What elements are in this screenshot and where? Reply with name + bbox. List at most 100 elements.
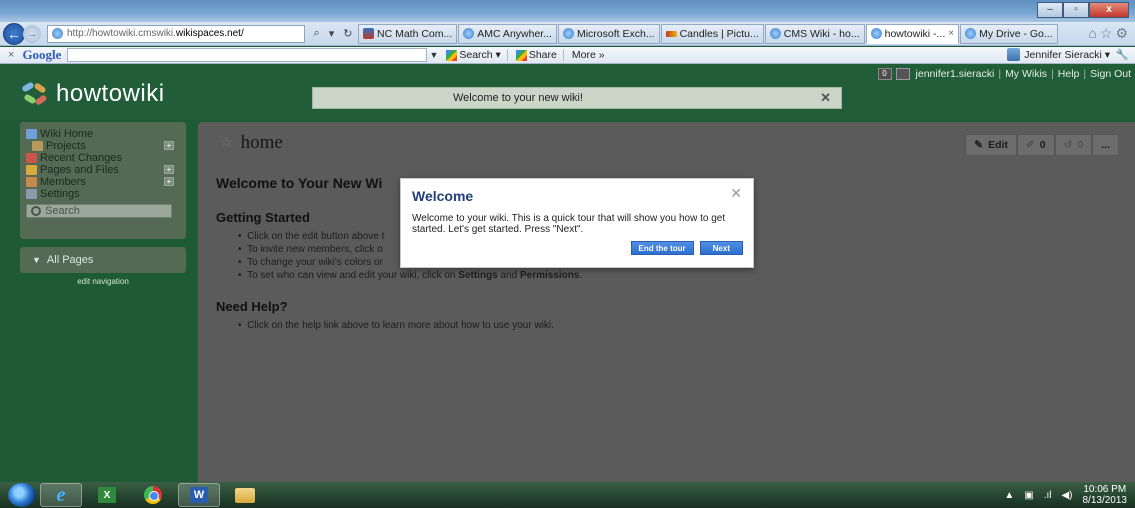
sidebar-item[interactable]: Recent Changes: [26, 152, 182, 164]
sidebar-item[interactable]: Pages and Files +: [26, 164, 182, 176]
search-dropdown-icon[interactable]: ▼: [429, 50, 438, 60]
my-wikis-link[interactable]: My Wikis: [1005, 68, 1047, 80]
all-pages-toggle[interactable]: ▼ All Pages: [20, 247, 186, 273]
separator: |: [998, 68, 1002, 80]
wiki-logo[interactable]: howtowiki: [20, 80, 165, 108]
search-icon: [31, 206, 41, 216]
share-button[interactable]: Share: [515, 49, 557, 61]
taskbar-explorer[interactable]: [224, 483, 266, 507]
wiki-logo-icon: [20, 81, 50, 107]
browser-tab[interactable]: NC Math Com...: [358, 23, 458, 44]
wrench-icon[interactable]: 🔧: [1116, 48, 1129, 61]
tab-label: AMC Anywher...: [477, 27, 552, 40]
google-user-menu[interactable]: Jennifer Sieracki ▾ 🔧: [1007, 48, 1129, 61]
network-icon[interactable]: ▣: [1024, 490, 1033, 501]
close-tab-icon[interactable]: ×: [948, 28, 954, 39]
sidebar-item-icon: [26, 177, 37, 187]
dialog-actions: End the tour Next: [625, 241, 743, 255]
tab-label: CMS Wiki - ho...: [783, 27, 860, 40]
back-button[interactable]: ←: [3, 22, 25, 45]
sidebar-item-label: Wiki Home: [40, 128, 94, 140]
dropdown-icon[interactable]: ▾: [329, 27, 335, 40]
maximize-button[interactable]: ▫: [1063, 2, 1089, 18]
need-help-heading: Need Help?: [216, 299, 288, 314]
browser-tab[interactable]: Candles | Pictu...: [660, 23, 764, 44]
close-toolbar-icon[interactable]: ×: [8, 49, 14, 61]
search-icon[interactable]: ⌕: [314, 27, 320, 40]
taskbar-chrome[interactable]: [132, 483, 174, 507]
list-item-text: Click on the edit button above t: [247, 231, 385, 242]
ie-page-icon: [562, 28, 574, 39]
edit-navigation-link[interactable]: edit navigation: [0, 277, 206, 286]
browser-tab[interactable]: AMC Anywher...: [458, 23, 557, 44]
signal-icon[interactable]: .ıl: [1044, 490, 1052, 501]
account-username[interactable]: jennifer1.sieracki: [916, 68, 995, 80]
close-window-button[interactable]: x: [1089, 2, 1129, 18]
browser-tab[interactable]: CMS Wiki - ho...: [764, 23, 865, 44]
more-button[interactable]: More »: [572, 49, 605, 61]
page-tools: ✎ Edit ✐ 0 ↺ 0 ...: [965, 134, 1119, 156]
tab-label: My Drive - Go...: [979, 27, 1053, 40]
word-icon: W: [190, 487, 208, 503]
browser-tab[interactable]: howtowiki -... ×: [865, 23, 960, 44]
help-link[interactable]: Help: [1058, 68, 1080, 80]
notification-count[interactable]: 0: [877, 68, 892, 80]
browser-tab[interactable]: Microsoft Exch...: [557, 23, 660, 44]
next-button[interactable]: Next: [699, 241, 743, 255]
browser-tab[interactable]: My Drive - Go...: [960, 23, 1058, 44]
user-name: Jennifer Sieracki: [1024, 48, 1102, 61]
favorites-star-icon[interactable]: ☆: [1100, 25, 1116, 41]
home-icon[interactable]: ⌂: [1088, 25, 1099, 41]
excel-icon: X: [98, 487, 116, 503]
toolbar-divider: [562, 49, 564, 61]
close-banner-icon[interactable]: ✕: [820, 90, 831, 106]
sidebar-item[interactable]: Settings: [26, 188, 182, 200]
google-search-button[interactable]: Search ▾: [446, 49, 501, 61]
tab-label: howtowiki -...: [884, 27, 946, 40]
minimize-button[interactable]: –: [1037, 2, 1063, 18]
close-icon[interactable]: ✕: [730, 185, 742, 202]
show-hidden-icons-icon[interactable]: ▲: [1004, 490, 1014, 501]
refresh-icon[interactable]: ↻: [343, 27, 352, 40]
edit-button[interactable]: ✎ Edit: [965, 134, 1017, 156]
sign-out-link[interactable]: Sign Out: [1090, 68, 1131, 80]
tab-label: Microsoft Exch...: [576, 27, 655, 40]
sidebar-item-icon: [26, 165, 37, 175]
dialog-title: Welcome: [412, 188, 474, 204]
address-domain: wikispaces.net/: [175, 28, 244, 39]
forward-button[interactable]: →: [23, 24, 41, 43]
list-item: • To set who can view and edit your wiki…: [238, 270, 583, 281]
sidebar-item[interactable]: Projects +: [26, 140, 182, 152]
follow-star-icon[interactable]: ☆: [220, 135, 233, 152]
wiki-name: howtowiki: [56, 80, 165, 107]
sidebar-item[interactable]: Members +: [26, 176, 182, 188]
comments-count: 0: [1039, 139, 1046, 151]
comments-button[interactable]: ✐ 0: [1016, 134, 1055, 156]
start-button[interactable]: [8, 483, 36, 507]
add-icon[interactable]: +: [164, 141, 174, 150]
sidebar-item[interactable]: Wiki Home: [26, 128, 182, 140]
sidebar-item-label: Members: [40, 176, 86, 188]
taskbar-word[interactable]: W: [178, 483, 220, 507]
system-tray: ▲ ▣ .ıl ◀) 10:06 PM 8/13/2013: [1004, 484, 1127, 506]
gear-icon[interactable]: ⚙: [1115, 25, 1131, 41]
taskbar-ie[interactable]: e: [40, 483, 82, 507]
google-search-label: Search: [459, 49, 493, 61]
page-title-text: home: [240, 132, 283, 153]
page-content: ☆ home ✎ Edit ✐ 0 ↺ 0 ... Welcome to Your N…: [198, 122, 1135, 482]
clock[interactable]: 10:06 PM 8/13/2013: [1083, 484, 1128, 506]
add-icon[interactable]: +: [164, 165, 174, 174]
end-tour-button[interactable]: End the tour: [630, 241, 694, 255]
sidebar-search-input[interactable]: Search: [26, 204, 172, 218]
welcome-banner: Welcome to your new wiki! ✕: [312, 87, 842, 109]
separator: |: [1051, 68, 1054, 80]
window-controls: – ▫ x: [1037, 2, 1129, 18]
history-button[interactable]: ↺ 0: [1054, 134, 1093, 156]
taskbar-excel[interactable]: X: [86, 483, 128, 507]
address-bar[interactable]: http://howtowiki.cmswiki. wikispaces.net…: [47, 24, 305, 43]
add-icon[interactable]: +: [164, 177, 174, 186]
volume-icon[interactable]: ◀): [1061, 490, 1072, 501]
more-actions-button[interactable]: ...: [1092, 134, 1119, 156]
google-search-input[interactable]: [67, 48, 428, 62]
user-icon[interactable]: [895, 68, 910, 80]
